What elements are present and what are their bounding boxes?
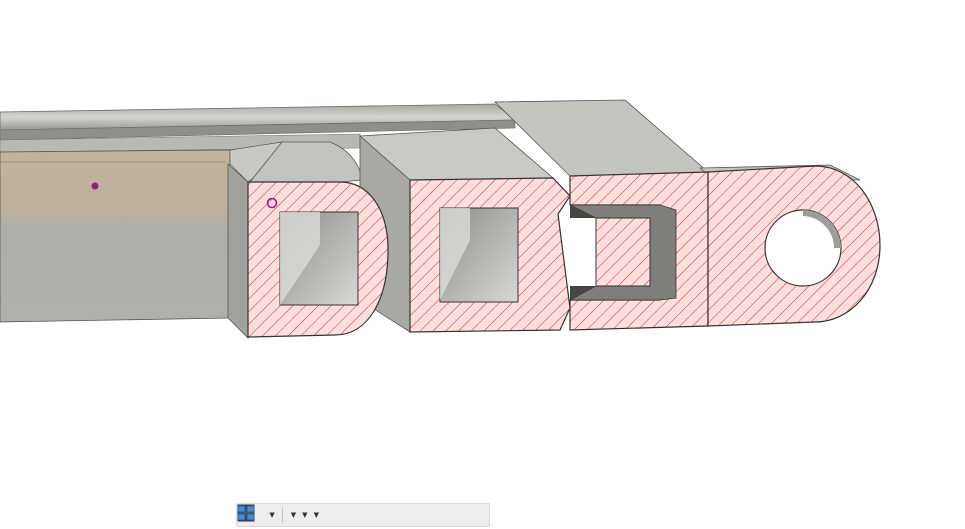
section-face-4-lug bbox=[707, 165, 881, 327]
canvas-viewport[interactable]: ▼ ▼ ▼ ▼ bbox=[0, 0, 965, 529]
zoom-button[interactable] bbox=[238, 505, 265, 525]
section-face-3 bbox=[569, 171, 709, 331]
viewports-button[interactable]: ▼ bbox=[237, 505, 321, 525]
zoom-window-button[interactable]: ▼ bbox=[238, 505, 276, 525]
chevron-down-icon: ▼ bbox=[313, 510, 319, 519]
chevron-down-icon: ▼ bbox=[302, 510, 308, 519]
pan-button[interactable] bbox=[238, 504, 260, 525]
chevron-down-icon: ▼ bbox=[269, 510, 275, 519]
grid-snaps-button[interactable]: ▼ bbox=[237, 504, 309, 525]
sketch-point[interactable] bbox=[91, 182, 99, 190]
display-settings-button[interactable]: ▼ bbox=[237, 505, 298, 525]
chevron-down-icon: ▼ bbox=[290, 510, 297, 519]
toolbar-divider bbox=[281, 507, 283, 523]
section-face-2 bbox=[409, 177, 571, 333]
navigation-toolbar: ▼ ▼ ▼ ▼ bbox=[236, 503, 490, 527]
model-view[interactable] bbox=[0, 0, 965, 529]
